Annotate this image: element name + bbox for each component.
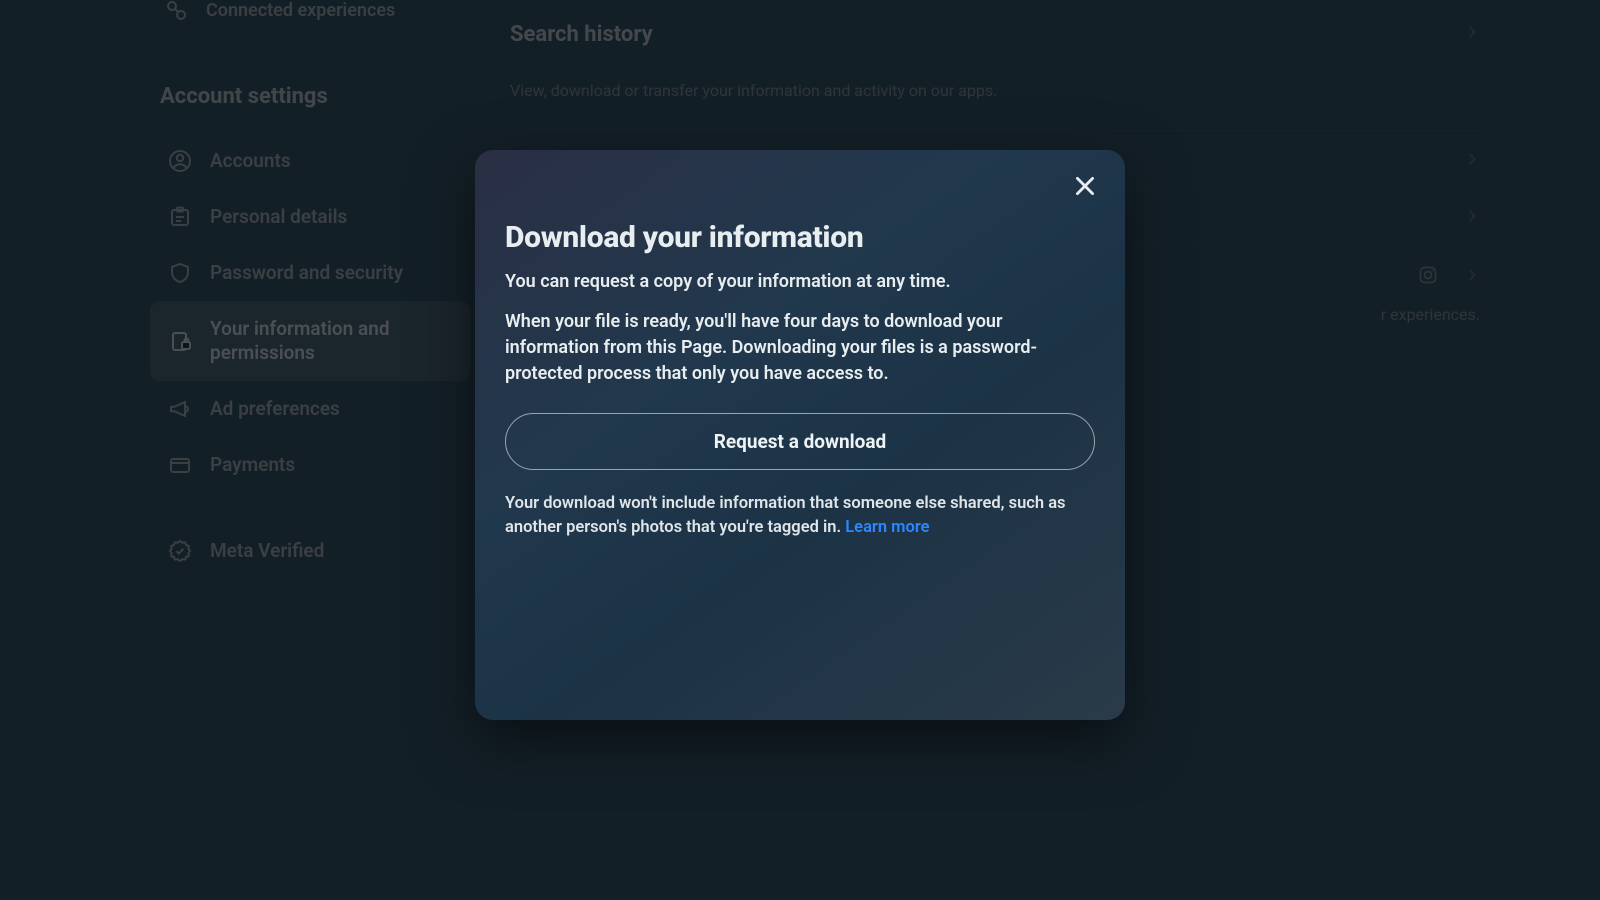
modal-intro-text: You can request a copy of your informati… [505, 269, 1095, 295]
modal-footnote: Your download won't include information … [505, 492, 1095, 540]
modal-title: Download your information [505, 220, 1095, 255]
download-info-modal: Download your information You can reques… [475, 150, 1125, 720]
modal-footnote-text: Your download won't include information … [505, 494, 1066, 537]
modal-body-text: When your file is ready, you'll have fou… [505, 309, 1095, 387]
close-icon [1072, 173, 1098, 199]
request-download-button[interactable]: Request a download [505, 413, 1095, 470]
close-button[interactable] [1067, 168, 1103, 204]
learn-more-link[interactable]: Learn more [845, 518, 929, 537]
modal-overlay: Download your information You can reques… [0, 0, 1600, 900]
